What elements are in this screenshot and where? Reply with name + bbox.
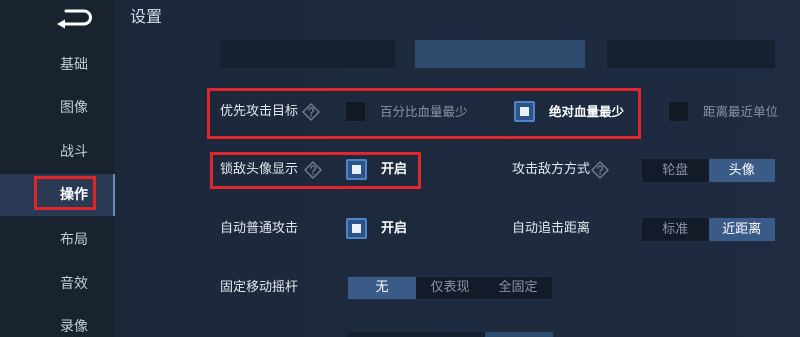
segment-none[interactable]: 无 xyxy=(348,277,416,299)
option-lock-avatar-on[interactable]: 开启 xyxy=(346,159,416,180)
option-auto-attack-on[interactable]: 开启 xyxy=(346,218,416,239)
sidebar-item-replay[interactable]: 录像 xyxy=(0,317,115,337)
option-nearest-unit[interactable]: 距离最近单位 xyxy=(668,101,780,122)
cutoff-segment[interactable] xyxy=(415,40,585,68)
sidebar-item-graphics[interactable]: 图像 xyxy=(0,87,115,129)
option-label[interactable]: 绝对血量最少 xyxy=(549,101,624,122)
attack-enemy-mode-label: 攻击敌方方式 xyxy=(512,162,591,177)
segment-wheel[interactable]: 轮盘 xyxy=(642,159,709,182)
back-button[interactable] xyxy=(52,6,98,30)
sidebar-item-layout[interactable]: 布局 xyxy=(0,219,115,261)
option-percent-hp-lowest[interactable]: 百分比血量最少 xyxy=(345,101,470,122)
cutoff-segment[interactable] xyxy=(607,40,775,68)
fixed-joystick-label: 固定移动摇杆 xyxy=(220,280,299,295)
help-icon[interactable] xyxy=(302,103,320,121)
option-label[interactable]: 开启 xyxy=(381,218,407,239)
sidebar-item-basic[interactable]: 基础 xyxy=(0,44,115,86)
page-title: 设置 xyxy=(130,7,163,26)
lock-target-avatar-label: 锁敌头像显示 xyxy=(220,162,299,177)
sidebar-item-audio[interactable]: 音效 xyxy=(0,263,115,305)
help-icon[interactable] xyxy=(591,161,609,179)
sidebar: 基础 图像 战斗 操作 布局 音效 录像 xyxy=(0,0,115,337)
attack-priority-label: 优先攻击目标 xyxy=(220,104,299,119)
cutoff-segment[interactable] xyxy=(220,40,395,68)
segment-standard[interactable]: 标准 xyxy=(642,218,709,241)
cutoff-segment[interactable] xyxy=(485,332,553,337)
segment-close-range[interactable]: 近距离 xyxy=(708,218,775,241)
option-label[interactable]: 开启 xyxy=(381,159,407,180)
segment-avatar[interactable]: 头像 xyxy=(708,159,775,182)
back-icon xyxy=(57,9,92,29)
checkbox[interactable] xyxy=(346,218,367,239)
auto-chase-distance-segmented: 标准 近距离 xyxy=(641,217,776,242)
option-label[interactable]: 距离最近单位 xyxy=(703,101,778,122)
annotation-box xyxy=(34,176,96,210)
checkbox[interactable] xyxy=(514,101,535,122)
fixed-joystick-segmented: 无 仅表现 全固定 xyxy=(347,276,553,300)
sidebar-item-combat[interactable]: 战斗 xyxy=(0,131,115,173)
checkbox[interactable] xyxy=(345,101,366,122)
option-label[interactable]: 百分比血量最少 xyxy=(380,101,468,122)
checkbox[interactable] xyxy=(668,101,689,122)
auto-basic-attack-label: 自动普通攻击 xyxy=(220,221,299,236)
attack-enemy-mode-segmented: 轮盘 头像 xyxy=(641,158,776,183)
checkbox[interactable] xyxy=(346,159,367,180)
help-icon[interactable] xyxy=(304,161,322,179)
segment-display-only[interactable]: 仅表现 xyxy=(416,277,484,299)
option-absolute-hp-lowest[interactable]: 绝对血量最少 xyxy=(514,101,626,122)
auto-chase-distance-label: 自动追击距离 xyxy=(512,221,591,236)
cutoff-segment[interactable] xyxy=(347,332,485,337)
segment-fully-fixed[interactable]: 全固定 xyxy=(484,277,552,299)
